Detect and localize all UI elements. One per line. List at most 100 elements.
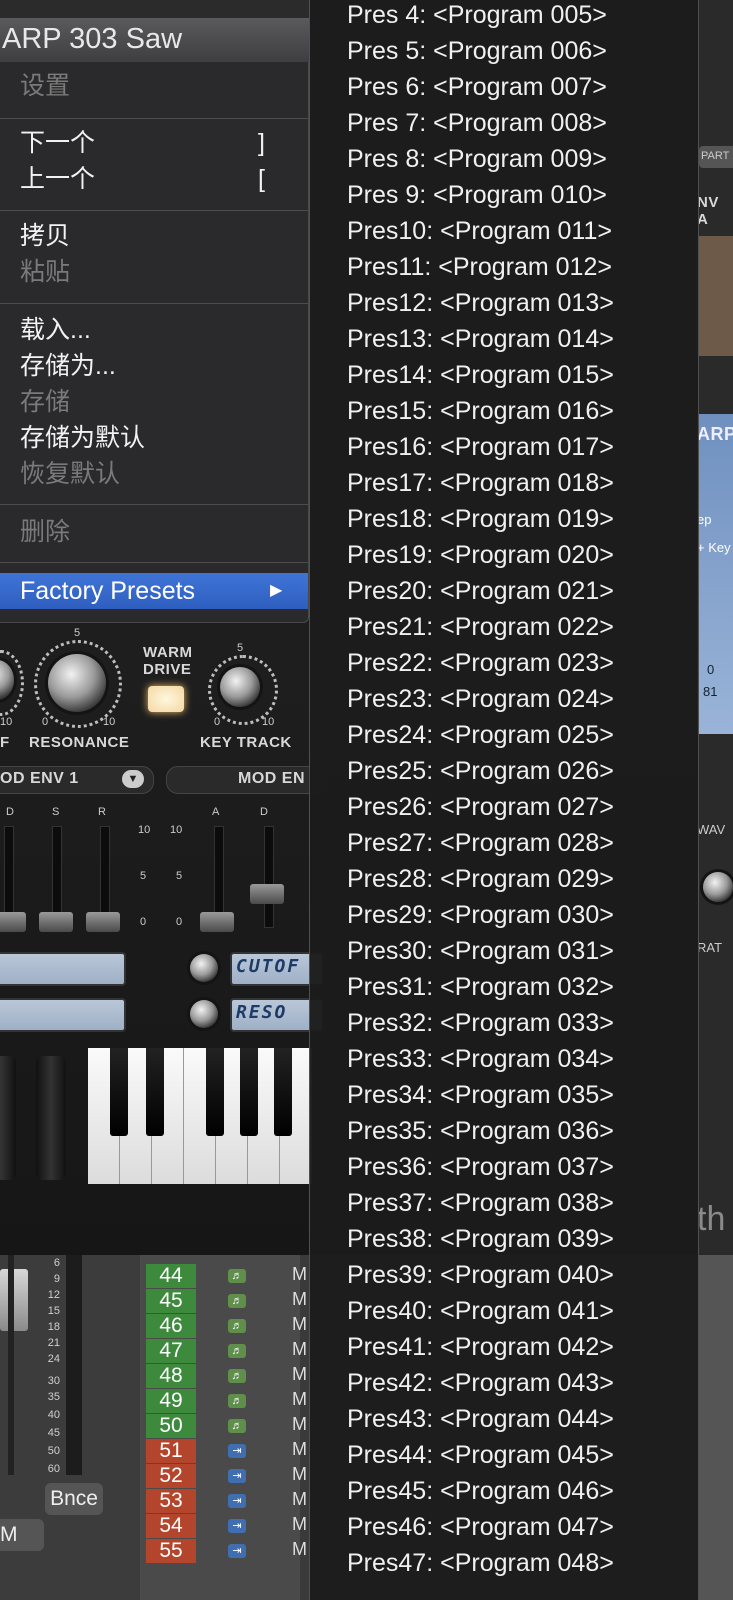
preset-item[interactable]: Pres46: <Program 047> xyxy=(347,1510,614,1544)
track-number[interactable]: 48 xyxy=(146,1364,196,1388)
volume-fader[interactable] xyxy=(0,1269,28,1331)
preset-item[interactable]: Pres36: <Program 037> xyxy=(347,1150,614,1184)
preset-item[interactable]: Pres42: <Program 043> xyxy=(347,1366,614,1400)
preset-item[interactable]: Pres27: <Program 028> xyxy=(347,826,614,860)
mod-target-display-2[interactable] xyxy=(0,998,126,1032)
env1-decay-slider[interactable] xyxy=(0,912,26,932)
preset-item[interactable]: Pres43: <Program 044> xyxy=(347,1402,614,1436)
mod-wheel[interactable] xyxy=(36,1056,66,1180)
track-number[interactable]: 47 xyxy=(146,1339,196,1363)
preset-item[interactable]: Pres 4: <Program 005> xyxy=(347,0,607,32)
warm-drive-button[interactable] xyxy=(148,686,184,712)
track-name: M xyxy=(292,1289,307,1309)
menu-item-load[interactable]: 载入... xyxy=(20,313,91,347)
preset-item[interactable]: Pres39: <Program 040> xyxy=(347,1258,614,1292)
preset-item[interactable]: Pres11: <Program 012> xyxy=(347,250,612,284)
preset-item[interactable]: Pres38: <Program 039> xyxy=(347,1222,614,1256)
env1-sustain-slider[interactable] xyxy=(39,912,73,932)
piano-keyboard[interactable] xyxy=(88,1048,312,1184)
menu-item-copy[interactable]: 拷贝 xyxy=(20,219,70,253)
preset-item[interactable]: Pres34: <Program 035> xyxy=(347,1078,614,1112)
preset-item[interactable]: Pres33: <Program 034> xyxy=(347,1042,614,1076)
menu-item-save-as-default[interactable]: 存储为默认 xyxy=(20,421,145,455)
preset-item[interactable]: Pres28: <Program 029> xyxy=(347,862,614,896)
preset-item[interactable]: Pres30: <Program 031> xyxy=(347,934,614,968)
lfo-wave-label: WAV xyxy=(697,822,726,837)
preset-item[interactable]: Pres13: <Program 014> xyxy=(347,322,614,356)
preset-item[interactable]: Pres45: <Program 046> xyxy=(347,1474,614,1508)
track-number[interactable]: 51 xyxy=(146,1439,196,1463)
mute-button[interactable]: M xyxy=(0,1519,44,1551)
preset-item[interactable]: Pres32: <Program 033> xyxy=(347,1006,614,1040)
mod-amount-knob-1[interactable] xyxy=(190,954,218,982)
preset-item[interactable]: Pres20: <Program 021> xyxy=(347,574,614,608)
preset-item[interactable]: Pres15: <Program 016> xyxy=(347,394,614,428)
env2-attack-slider[interactable] xyxy=(200,912,234,932)
resonance-knob[interactable] xyxy=(48,654,106,712)
piano-black-key[interactable] xyxy=(110,1048,128,1136)
preset-item[interactable]: Pres37: <Program 038> xyxy=(347,1186,614,1220)
preset-item[interactable]: Pres35: <Program 036> xyxy=(347,1114,614,1148)
pitch-wheel[interactable] xyxy=(0,1056,16,1180)
piano-black-key[interactable] xyxy=(274,1048,292,1136)
preset-item[interactable]: Pres17: <Program 018> xyxy=(347,466,614,500)
env2-decay-slider[interactable] xyxy=(250,884,284,904)
track-number[interactable]: 44 xyxy=(146,1264,196,1288)
track-name: M xyxy=(292,1439,307,1459)
preset-item[interactable]: Pres25: <Program 026> xyxy=(347,754,614,788)
preset-item[interactable]: Pres16: <Program 017> xyxy=(347,430,614,464)
preset-item[interactable]: Pres40: <Program 041> xyxy=(347,1294,614,1328)
track-number[interactable]: 46 xyxy=(146,1314,196,1338)
preset-item[interactable]: Pres18: <Program 019> xyxy=(347,502,614,536)
mod-env-1-dropdown-icon[interactable]: ▼ xyxy=(122,770,144,788)
midi-track-icon: ♬ xyxy=(228,1344,246,1358)
track-number[interactable]: 50 xyxy=(146,1414,196,1438)
menu-item-next[interactable]: 下一个 xyxy=(20,126,95,160)
env1-release-slider[interactable] xyxy=(86,912,120,932)
preset-item[interactable]: Pres44: <Program 045> xyxy=(347,1438,614,1472)
track-number[interactable]: 45 xyxy=(146,1289,196,1313)
key-track-knob[interactable] xyxy=(220,667,260,707)
plugin-title-bar[interactable]: ARP 303 Saw xyxy=(0,18,310,64)
piano-black-key[interactable] xyxy=(206,1048,224,1136)
piano-black-key[interactable] xyxy=(146,1048,164,1136)
track-number[interactable]: 52 xyxy=(146,1464,196,1488)
preset-item[interactable]: Pres 5: <Program 006> xyxy=(347,34,607,68)
preset-item[interactable]: Pres22: <Program 023> xyxy=(347,646,614,680)
preset-item[interactable]: Pres 6: <Program 007> xyxy=(347,70,607,104)
preset-item[interactable]: Pres31: <Program 032> xyxy=(347,970,614,1004)
env2-decay-slider-track[interactable] xyxy=(264,826,274,928)
preset-item[interactable]: Pres14: <Program 015> xyxy=(347,358,614,392)
preset-item[interactable]: Pres41: <Program 042> xyxy=(347,1330,614,1364)
menu-item-previous[interactable]: 上一个 xyxy=(20,162,95,196)
piano-black-key[interactable] xyxy=(240,1048,258,1136)
fader-track[interactable] xyxy=(8,1255,14,1475)
mod-target-display-1[interactable] xyxy=(0,952,126,986)
preset-item[interactable]: Pres26: <Program 027> xyxy=(347,790,614,824)
preset-item[interactable]: Pres47: <Program 048> xyxy=(347,1546,614,1580)
track-number[interactable]: 54 xyxy=(146,1514,196,1538)
key-track-min-label: 0 xyxy=(214,716,221,728)
bounce-button[interactable]: Bnce xyxy=(45,1483,103,1515)
preset-item[interactable]: Pres 9: <Program 010> xyxy=(347,178,607,212)
menu-separator xyxy=(0,118,308,119)
track-number[interactable]: 53 xyxy=(146,1489,196,1513)
preset-item[interactable]: Pres24: <Program 025> xyxy=(347,718,614,752)
lfo-rate-knob[interactable] xyxy=(703,872,733,902)
track-name: M xyxy=(292,1414,307,1434)
adsr-r-label: R xyxy=(98,806,106,818)
right-slider-area[interactable] xyxy=(697,236,733,356)
preset-item[interactable]: Pres21: <Program 022> xyxy=(347,610,614,644)
preset-item[interactable]: Pres19: <Program 020> xyxy=(347,538,614,572)
menu-item-save-as[interactable]: 存储为... xyxy=(20,349,116,383)
preset-item[interactable]: Pres10: <Program 011> xyxy=(347,214,612,248)
preset-item[interactable]: Pres 8: <Program 009> xyxy=(347,142,607,176)
preset-item[interactable]: Pres23: <Program 024> xyxy=(347,682,614,716)
preset-item[interactable]: Pres 7: <Program 008> xyxy=(347,106,607,140)
mod-amount-knob-2[interactable] xyxy=(190,1000,218,1028)
menu-item-factory-presets[interactable]: Factory Presets ▶ xyxy=(0,573,308,609)
preset-item[interactable]: Pres29: <Program 030> xyxy=(347,898,614,932)
track-number[interactable]: 55 xyxy=(146,1539,196,1563)
preset-item[interactable]: Pres12: <Program 013> xyxy=(347,286,614,320)
track-number[interactable]: 49 xyxy=(146,1389,196,1413)
